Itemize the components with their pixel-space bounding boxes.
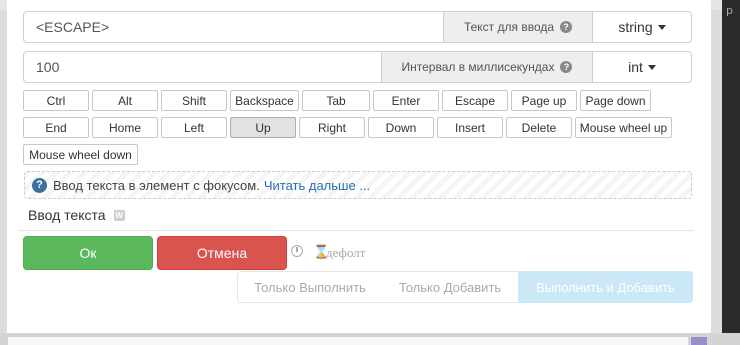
key-backspace-button[interactable]: Backspace — [230, 90, 299, 111]
text-input-field[interactable]: <ESCAPE> — [24, 12, 443, 42]
bottom-strip — [0, 333, 740, 345]
ok-button[interactable]: Ок — [23, 236, 153, 270]
default-link[interactable]: дефолт — [326, 245, 365, 261]
next-card — [8, 337, 688, 345]
key-wheelup-button[interactable]: Mouse wheel up — [575, 117, 672, 138]
key-enter-button[interactable]: Enter — [373, 90, 439, 111]
key-home-button[interactable]: Home — [92, 117, 158, 138]
key-escape-button[interactable]: Escape — [442, 90, 508, 111]
text-input-label-text: Текст для ввода — [463, 20, 555, 34]
run-only-button[interactable]: Только Выполнить — [237, 271, 383, 303]
interval-type-dropdown[interactable]: int — [592, 52, 691, 82]
chevron-down-icon — [657, 24, 666, 30]
key-up-button[interactable]: Up — [230, 117, 296, 138]
question-circle-icon: ? — [32, 177, 47, 193]
text-input-label: Текст для ввода ? — [443, 12, 592, 42]
help-icon-2[interactable]: ? — [560, 61, 573, 73]
interval-input-label-text: Интервал в миллисекундах — [401, 60, 555, 74]
side-panel-glyph: p — [726, 4, 733, 17]
action-title: Ввод текста — [28, 207, 106, 223]
key-insert-button[interactable]: Insert — [437, 117, 503, 138]
info-text: Ввод текста в элемент с фокусом. — [53, 177, 260, 193]
purple-tab-icon — [691, 337, 707, 345]
type-dropdown-value: string — [618, 19, 653, 35]
help-icon[interactable]: ? — [560, 21, 573, 33]
key-end-button[interactable]: End — [23, 117, 89, 138]
action-title-row: Ввод текста W — [28, 207, 125, 223]
interval-type-dropdown-value: int — [628, 59, 643, 75]
run-and-add-button[interactable]: Выполнить и Добавить — [518, 271, 693, 303]
interval-input-label: Интервал в миллисекундах ? — [381, 52, 592, 82]
key-pageup-button[interactable]: Page up — [511, 90, 577, 111]
interval-input-field[interactable]: 100 — [24, 52, 381, 82]
add-only-button[interactable]: Только Добавить — [382, 271, 519, 303]
text-input-group: <ESCAPE> Текст для ввода ? string — [23, 11, 692, 43]
chevron-down-icon-2 — [647, 64, 656, 70]
info-box: ? Ввод текста в элемент с фокусом. Читат… — [24, 171, 692, 199]
side-panel: p — [722, 0, 740, 345]
key-ctrl-button[interactable]: Ctrl — [23, 90, 89, 111]
key-pagedown-button[interactable]: Page down — [580, 90, 651, 111]
clock-icon[interactable] — [291, 245, 303, 257]
key-shift-button[interactable]: Shift — [161, 90, 227, 111]
type-dropdown[interactable]: string — [592, 12, 691, 42]
read-more-link[interactable]: Читать дальше ... — [264, 178, 370, 193]
w-badge-icon[interactable]: W — [113, 209, 125, 221]
cancel-button[interactable]: Отмена — [157, 236, 287, 270]
key-right-button[interactable]: Right — [299, 117, 365, 138]
key-wheeldown-button[interactable]: Mouse wheel down — [23, 144, 138, 165]
key-down-button[interactable]: Down — [368, 117, 434, 138]
interval-input-group: 100 Интервал в миллисекундах ? int — [23, 51, 692, 83]
key-delete-button[interactable]: Delete — [506, 117, 572, 138]
key-alt-button[interactable]: Alt — [92, 90, 158, 111]
key-left-button[interactable]: Left — [161, 117, 227, 138]
key-tab-button[interactable]: Tab — [302, 90, 370, 111]
divider — [18, 230, 694, 231]
